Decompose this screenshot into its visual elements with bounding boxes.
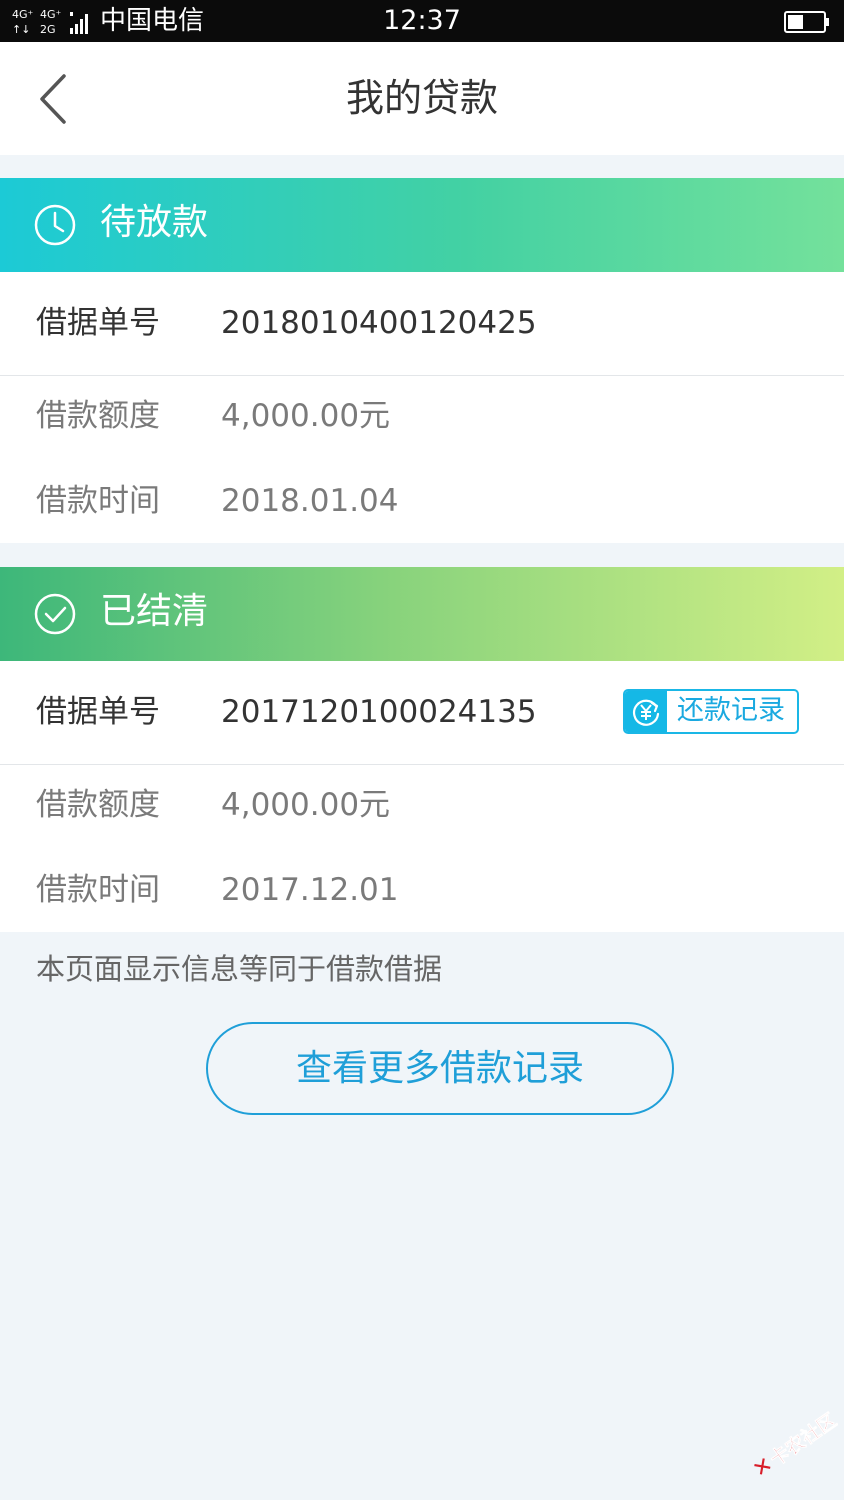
check-circle-icon [34,593,76,635]
amount-value: 4,000.00元 [221,787,391,823]
date-value: 2018.01.04 [221,483,399,519]
battery-icon [784,11,829,33]
clock-icon [34,204,76,246]
footnote: 本页面显示信息等同于借款借据 [36,952,443,986]
status-label: 待放款 [100,202,209,243]
loan-card: 借据单号 2017120100024135 还款记录 借款额度 4,000.00… [0,661,844,932]
status-banner-settled: 已结清 [0,567,844,661]
repayment-records-label: 还款记录 [677,695,785,726]
loan-no-label: 借据单号 [36,694,160,730]
date-value: 2017.12.01 [221,872,399,908]
nav-header: 我的贷款 [0,42,844,155]
amount-value: 4,000.00元 [221,398,391,434]
status-banner-pending: 待放款 [0,178,844,272]
clock-time: 12:37 [383,5,461,36]
loan-no-label: 借据单号 [36,305,160,341]
watermark-text: 卡农社区 [765,1408,838,1470]
amount-label: 借款额度 [36,787,160,823]
repayment-icon-box [625,691,667,732]
loan-no-value: 2018010400120425 [221,305,537,341]
status-label: 已结清 [100,591,209,632]
date-label: 借款时间 [36,483,160,519]
view-more-loans-button[interactable]: 查看更多借款记录 [206,1022,674,1115]
view-more-loans-label: 查看更多借款记录 [295,1048,584,1089]
amount-label: 借款额度 [36,398,160,434]
status-bar: 4G⁺ ↑↓ 4G⁺ 2G 中国电信 12:37 [0,0,844,42]
yen-refresh-icon [632,699,660,726]
divider [0,764,844,765]
loan-card: 借据单号 2018010400120425 借款额度 4,000.00元 借款时… [0,272,844,543]
loan-no-value: 2017120100024135 [221,694,537,730]
watermark-logo: ✕ 卡农社区 [748,1408,838,1483]
divider [0,375,844,376]
repayment-records-button[interactable]: 还款记录 [623,689,799,734]
date-label: 借款时间 [36,872,160,908]
page-title: 我的贷款 [345,76,498,120]
